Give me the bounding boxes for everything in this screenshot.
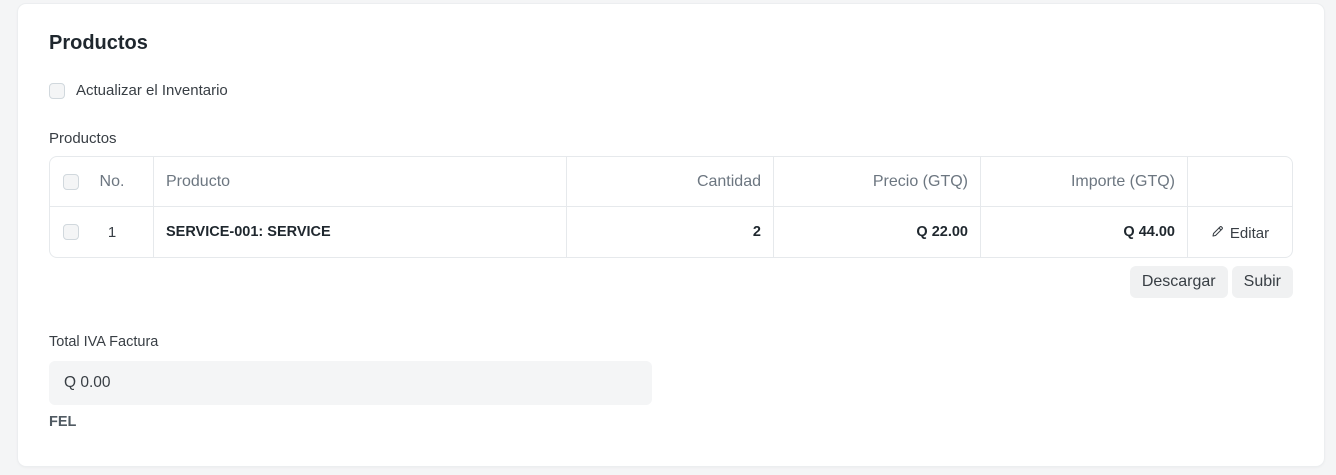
row-no: 1 bbox=[107, 223, 117, 241]
download-button[interactable]: Descargar bbox=[1129, 266, 1228, 298]
select-all-checkbox[interactable] bbox=[63, 173, 79, 190]
row-item[interactable]: SERVICE-001: SERVICE bbox=[154, 207, 567, 257]
header-select-cell: No. bbox=[50, 157, 154, 206]
total-tax-label: Total IVA Factura bbox=[49, 334, 159, 350]
update-stock-field[interactable]: Actualizar el Inventario bbox=[49, 82, 228, 99]
items-table: No. Producto Cantidad Precio (GTQ) Impor… bbox=[49, 156, 1293, 258]
row-qty[interactable]: 2 bbox=[567, 207, 774, 257]
table-row[interactable]: 1 SERVICE-001: SERVICE 2 Q 22.00 Q 44.00… bbox=[50, 207, 1292, 257]
table-actions: Descargar Subir bbox=[1129, 266, 1293, 298]
fel-section-title: FEL bbox=[49, 414, 77, 430]
update-stock-checkbox[interactable] bbox=[49, 82, 65, 99]
pencil-icon bbox=[1211, 225, 1224, 242]
row-select-cell: 1 bbox=[50, 207, 154, 257]
header-actions bbox=[1188, 157, 1292, 206]
row-actions: Editar bbox=[1188, 207, 1292, 257]
update-stock-label: Actualizar el Inventario bbox=[76, 82, 228, 99]
edit-label: Editar bbox=[1229, 224, 1270, 242]
header-item: Producto bbox=[154, 157, 567, 206]
total-tax-field: Q 0.00 bbox=[49, 361, 652, 405]
header-rate: Precio (GTQ) bbox=[774, 157, 981, 206]
header-no: No. bbox=[99, 172, 125, 190]
row-checkbox[interactable] bbox=[63, 224, 79, 240]
section-title: Productos bbox=[49, 32, 148, 54]
upload-button[interactable]: Subir bbox=[1231, 266, 1293, 298]
items-section-card: Productos Actualizar el Inventario Produ… bbox=[18, 4, 1324, 466]
row-rate[interactable]: Q 22.00 bbox=[774, 207, 981, 257]
header-qty: Cantidad bbox=[567, 157, 774, 206]
row-amount: Q 44.00 bbox=[981, 207, 1188, 257]
items-table-label: Productos bbox=[49, 130, 117, 147]
header-amount: Importe (GTQ) bbox=[981, 157, 1188, 206]
edit-row-button[interactable]: Editar bbox=[1211, 225, 1269, 242]
table-header-row: No. Producto Cantidad Precio (GTQ) Impor… bbox=[50, 157, 1292, 207]
